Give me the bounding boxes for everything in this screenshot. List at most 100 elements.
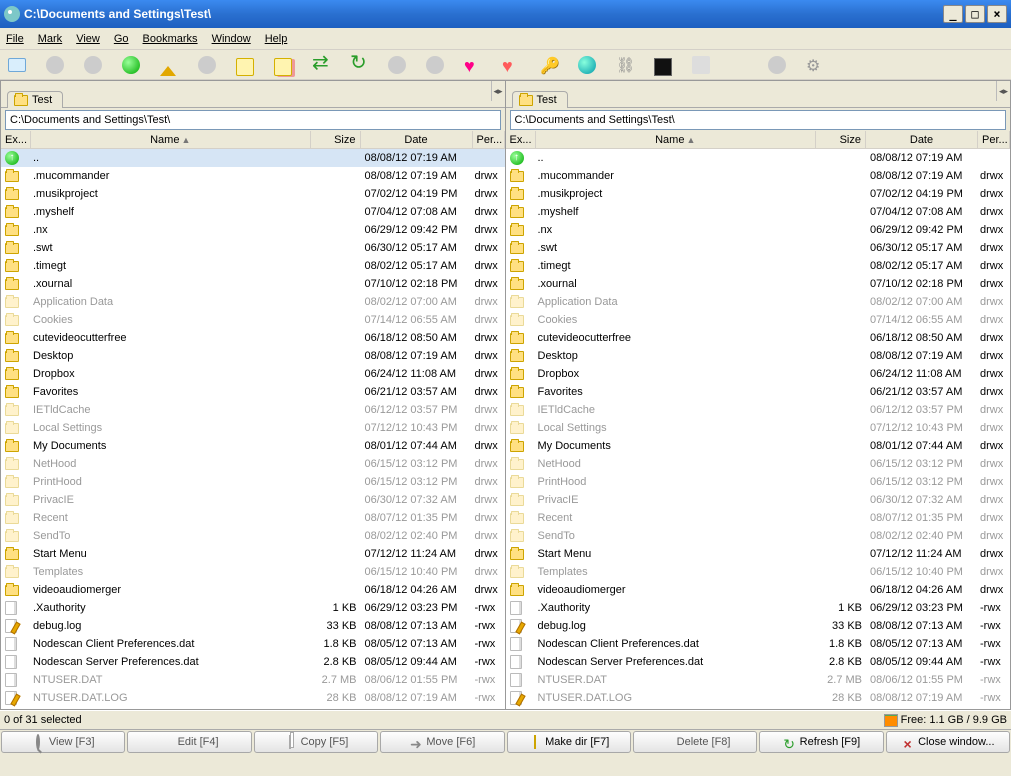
col-perm[interactable]: Per...	[473, 131, 505, 148]
titlebar[interactable]: C:\Documents and Settings\Test\ _ □ ×	[0, 0, 1011, 28]
list-item[interactable]: Templates06/15/12 10:40 PMdrwx	[1, 563, 505, 581]
list-item[interactable]: .timegt08/02/12 05:17 AMdrwx	[506, 257, 1011, 275]
path-input[interactable]: C:\Documents and Settings\Test\	[510, 110, 1007, 130]
list-item[interactable]: debug.log33 KB08/08/12 07:13 AM-rwx	[506, 617, 1011, 635]
menu-bookmarks[interactable]: Bookmarks	[143, 33, 198, 45]
list-item[interactable]: ntuser.ini1 KB07/24/12 04:38 PM-rwx	[506, 707, 1011, 709]
list-item[interactable]: Application Data08/02/12 07:00 AMdrwx	[1, 293, 505, 311]
fkey-mag[interactable]: View [F3]	[1, 731, 125, 753]
list-item[interactable]: Nodescan Server Preferences.dat2.8 KB08/…	[1, 653, 505, 671]
menu-go[interactable]: Go	[114, 33, 129, 45]
list-item[interactable]: videoaudiomerger06/18/12 04:26 AMdrwx	[506, 581, 1011, 599]
new-window-icon[interactable]	[8, 58, 26, 72]
list-item[interactable]: NetHood06/15/12 03:12 PMdrwx	[506, 455, 1011, 473]
fkey-refresh[interactable]: ↻Refresh [F9]	[759, 731, 883, 753]
list-item[interactable]: My Documents08/01/12 07:44 AMdrwx	[1, 437, 505, 455]
list-item[interactable]: .mucommander08/08/12 07:19 AMdrwx	[506, 167, 1011, 185]
col-size[interactable]: Size	[311, 131, 361, 148]
list-item[interactable]: .nx06/29/12 09:42 PMdrwx	[506, 221, 1011, 239]
list-item[interactable]: .mucommander08/08/12 07:19 AMdrwx	[1, 167, 505, 185]
list-item[interactable]: SendTo08/02/12 02:40 PMdrwx	[1, 527, 505, 545]
pane-tab[interactable]: Test	[7, 91, 63, 108]
list-item[interactable]: .musikproject07/02/12 04:19 PMdrwx	[506, 185, 1011, 203]
list-item[interactable]: .myshelf07/04/12 07:08 AMdrwx	[1, 203, 505, 221]
list-item[interactable]: NTUSER.DAT2.7 MB08/06/12 01:55 PM-rwx	[1, 671, 505, 689]
path-input[interactable]: C:\Documents and Settings\Test\	[5, 110, 501, 130]
list-item[interactable]: Dropbox06/24/12 11:08 AMdrwx	[1, 365, 505, 383]
list-item[interactable]: .musikproject07/02/12 04:19 PMdrwx	[1, 185, 505, 203]
tab-scroll-icon[interactable]: ◂▸	[491, 81, 505, 101]
list-item[interactable]: videoaudiomerger06/18/12 04:26 AMdrwx	[1, 581, 505, 599]
wand-icon[interactable]	[730, 56, 748, 74]
sync-icon[interactable]: ↻	[350, 56, 368, 74]
list-item[interactable]: Desktop08/08/12 07:19 AMdrwx	[506, 347, 1011, 365]
list-item[interactable]: NTUSER.DAT2.7 MB08/06/12 01:55 PM-rwx	[506, 671, 1011, 689]
list-item[interactable]: PrintHood06/15/12 03:12 PMdrwx	[506, 473, 1011, 491]
list-item[interactable]: Favorites06/21/12 03:57 AMdrwx	[1, 383, 505, 401]
menu-view[interactable]: View	[76, 33, 100, 45]
heart-pink-icon[interactable]: ♥	[464, 56, 482, 74]
list-item[interactable]: .Xauthority1 KB06/29/12 03:23 PM-rwx	[1, 599, 505, 617]
globe-icon[interactable]	[578, 56, 596, 74]
list-item[interactable]: Nodescan Server Preferences.dat2.8 KB08/…	[506, 653, 1011, 671]
list-item[interactable]: .timegt08/02/12 05:17 AMdrwx	[1, 257, 505, 275]
list-item[interactable]: .xournal07/10/12 02:18 PMdrwx	[1, 275, 505, 293]
key-icon[interactable]: 🔑	[540, 56, 558, 74]
list-item[interactable]: Templates06/15/12 10:40 PMdrwx	[506, 563, 1011, 581]
list-item[interactable]: PrintHood06/15/12 03:12 PMdrwx	[1, 473, 505, 491]
list-item[interactable]: .swt06/30/12 05:17 AMdrwx	[1, 239, 505, 257]
fkey-del[interactable]: Delete [F8]	[633, 731, 757, 753]
list-item[interactable]: ntuser.ini1 KB07/24/12 04:38 PM-rwx	[1, 707, 505, 709]
col-name[interactable]: Name ▲	[536, 131, 817, 148]
list-item[interactable]: debug.log33 KB08/08/12 07:13 AM-rwx	[1, 617, 505, 635]
file-list[interactable]: ↑..08/08/12 07:19 AM.mucommander08/08/12…	[506, 149, 1011, 709]
home-icon[interactable]	[160, 56, 178, 74]
terminal-icon[interactable]	[654, 58, 672, 76]
link-icon[interactable]: ⛓	[616, 56, 634, 74]
fkey-copy[interactable]: Copy [F5]	[254, 731, 378, 753]
close-button[interactable]: ×	[987, 5, 1007, 23]
menu-file[interactable]: File	[6, 33, 24, 45]
list-item[interactable]: .swt06/30/12 05:17 AMdrwx	[506, 239, 1011, 257]
gear-icon[interactable]: ⚙	[806, 56, 824, 74]
menu-help[interactable]: Help	[265, 33, 288, 45]
fkey-mkdir[interactable]: Make dir [F7]	[507, 731, 631, 753]
pane-tab[interactable]: Test	[512, 91, 568, 108]
minimize-button[interactable]: _	[943, 5, 963, 23]
list-item[interactable]: Local Settings07/12/12 10:43 PMdrwx	[506, 419, 1011, 437]
list-item[interactable]: cutevideocutterfree06/18/12 08:50 AMdrwx	[1, 329, 505, 347]
list-item[interactable]: SendTo08/02/12 02:40 PMdrwx	[506, 527, 1011, 545]
list-item[interactable]: ↑..08/08/12 07:19 AM	[1, 149, 505, 167]
list-item[interactable]: Recent08/07/12 01:35 PMdrwx	[1, 509, 505, 527]
menu-window[interactable]: Window	[212, 33, 251, 45]
file-list[interactable]: ↑..08/08/12 07:19 AM.mucommander08/08/12…	[1, 149, 505, 709]
col-perm[interactable]: Per...	[978, 131, 1010, 148]
list-item[interactable]: Cookies07/14/12 06:55 AMdrwx	[506, 311, 1011, 329]
list-item[interactable]: Start Menu07/12/12 11:24 AMdrwx	[506, 545, 1011, 563]
list-item[interactable]: Local Settings07/12/12 10:43 PMdrwx	[1, 419, 505, 437]
list-item[interactable]: Dropbox06/24/12 11:08 AMdrwx	[506, 365, 1011, 383]
folder-action-icon[interactable]	[274, 58, 292, 76]
col-date[interactable]: Date	[361, 131, 473, 148]
col-date[interactable]: Date	[866, 131, 978, 148]
col-name[interactable]: Name ▲	[31, 131, 311, 148]
list-item[interactable]: .nx06/29/12 09:42 PMdrwx	[1, 221, 505, 239]
list-item[interactable]: PrivacIE06/30/12 07:32 AMdrwx	[506, 491, 1011, 509]
list-item[interactable]: Nodescan Client Preferences.dat1.8 KB08/…	[506, 635, 1011, 653]
fkey-close[interactable]: ×Close window...	[886, 731, 1010, 753]
list-item[interactable]: My Documents08/01/12 07:44 AMdrwx	[506, 437, 1011, 455]
col-ext[interactable]: Ex...	[1, 131, 31, 148]
tab-scroll-icon[interactable]: ◂▸	[996, 81, 1010, 101]
list-item[interactable]: IETldCache06/12/12 03:57 PMdrwx	[506, 401, 1011, 419]
menu-mark[interactable]: Mark	[38, 33, 62, 45]
list-item[interactable]: .myshelf07/04/12 07:08 AMdrwx	[506, 203, 1011, 221]
list-item[interactable]: PrivacIE06/30/12 07:32 AMdrwx	[1, 491, 505, 509]
list-item[interactable]: IETldCache06/12/12 03:57 PMdrwx	[1, 401, 505, 419]
new-folder-icon[interactable]	[236, 58, 254, 76]
list-item[interactable]: ↑..08/08/12 07:19 AM	[506, 149, 1011, 167]
list-item[interactable]: Favorites06/21/12 03:57 AMdrwx	[506, 383, 1011, 401]
list-item[interactable]: .xournal07/10/12 02:18 PMdrwx	[506, 275, 1011, 293]
col-size[interactable]: Size	[816, 131, 866, 148]
parent-dir-icon[interactable]	[122, 56, 140, 74]
maximize-button[interactable]: □	[965, 5, 985, 23]
